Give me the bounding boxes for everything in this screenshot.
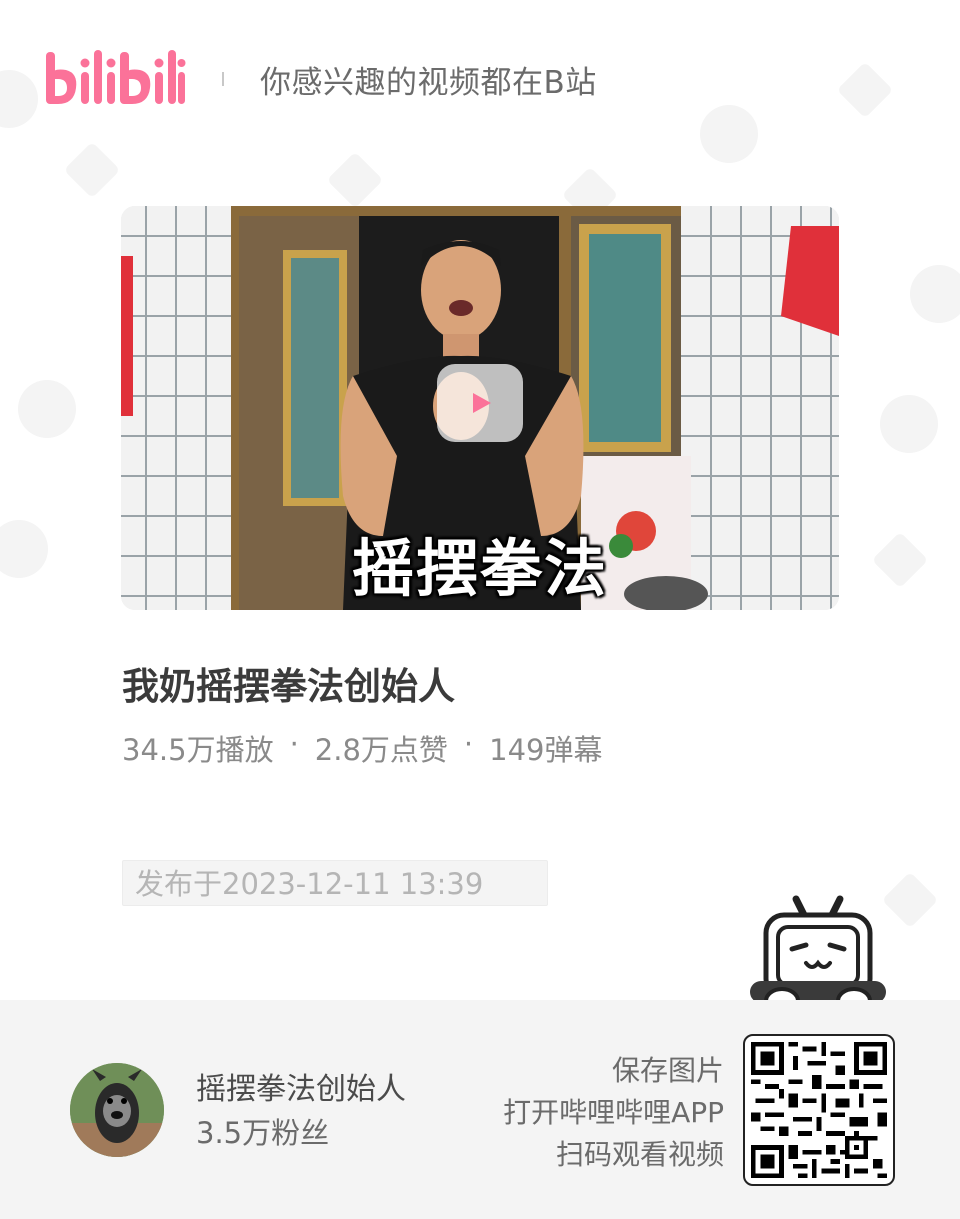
video-stats: 34.5万播放 · 2.8万点赞 · 149弹幕 bbox=[122, 727, 603, 769]
uploader-fans: 3.5万粉丝 bbox=[196, 1116, 330, 1150]
like-count: 2.8万点赞 bbox=[314, 733, 448, 767]
uploader-name[interactable]: 摇摆拳法创始人 bbox=[196, 1064, 406, 1108]
avatar[interactable] bbox=[70, 1063, 164, 1157]
stats-separator: · bbox=[463, 727, 474, 761]
qr-instructions: 保存图片 打开哔哩哔哩APP 扫码观看视频 bbox=[503, 1050, 724, 1176]
qr-code-image bbox=[751, 1042, 887, 1178]
video-title[interactable]: 我奶摇摆拳法创始人 bbox=[122, 656, 455, 710]
bilibili-logo[interactable] bbox=[44, 46, 186, 112]
qr-code[interactable] bbox=[743, 1034, 895, 1186]
header: 你感兴趣的视频都在B站 bbox=[44, 44, 597, 114]
video-cover[interactable]: 摇摆拳法 bbox=[121, 206, 839, 610]
qr-line-scan: 扫码观看视频 bbox=[555, 1138, 724, 1171]
play-icon bbox=[473, 393, 491, 413]
play-button[interactable] bbox=[437, 364, 523, 442]
slogan: 你感兴趣的视频都在B站 bbox=[260, 64, 597, 101]
avatar-image bbox=[70, 1063, 164, 1157]
qr-line-save: 保存图片 bbox=[611, 1054, 724, 1087]
qr-line-open-app: 打开哔哩哔哩APP bbox=[503, 1096, 724, 1129]
cover-caption: 摇摆拳法 bbox=[351, 532, 608, 605]
footer: 摇摆拳法创始人 3.5万粉丝 保存图片 打开哔哩哔哩APP 扫码观看视频 bbox=[0, 1000, 960, 1219]
stats-separator: · bbox=[289, 727, 299, 761]
view-count: 34.5万播放 bbox=[122, 733, 274, 767]
tv-mascot-icon bbox=[750, 895, 886, 1015]
publish-date: 发布于2023-12-11 13:39 bbox=[122, 860, 548, 906]
danmaku-count: 149弹幕 bbox=[489, 733, 603, 767]
header-divider bbox=[222, 72, 224, 86]
